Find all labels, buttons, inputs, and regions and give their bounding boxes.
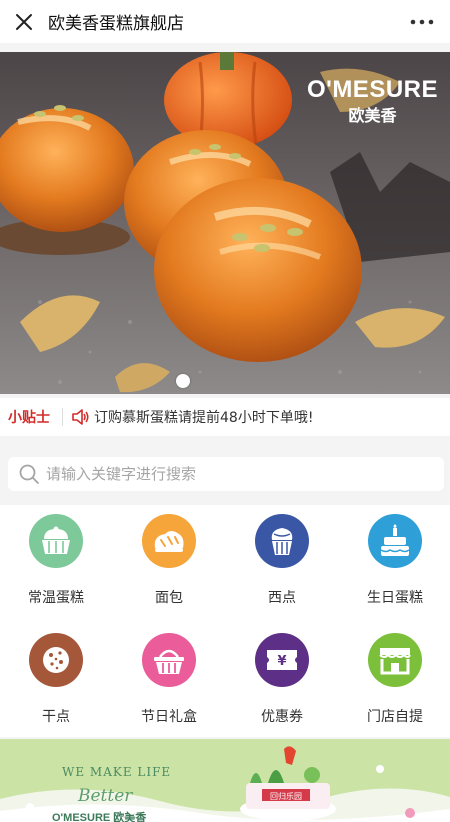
search-section: [0, 447, 450, 499]
brand-name-en: O'MESURE: [306, 76, 438, 103]
birthday-cake-icon: [368, 514, 422, 568]
more-dots-icon: [410, 19, 434, 24]
promo-badge: 回归乐园: [270, 791, 302, 801]
category-item-birthday-cake[interactable]: 生日蛋糕: [339, 514, 450, 607]
dessert-icon: [255, 514, 309, 568]
category-label: 节日礼盒: [141, 709, 197, 725]
promo-line1: WE MAKE LIFE: [62, 765, 171, 779]
tips-divider: [62, 408, 63, 426]
bread-icon: [142, 514, 196, 568]
category-label: 西点: [268, 590, 296, 606]
category-label: 门店自提: [367, 709, 423, 725]
category-item-bread[interactable]: 面包: [113, 514, 225, 607]
tips-label: 小贴士: [8, 410, 50, 426]
search-box[interactable]: [8, 457, 444, 491]
more-button[interactable]: [400, 0, 444, 43]
page-title: 欧美香蛋糕旗舰店: [48, 14, 184, 34]
category-item-store-pickup[interactable]: 门店自提: [339, 633, 450, 726]
category-item-coupon[interactable]: ¥ 优惠券: [226, 633, 338, 726]
category-item-cookies[interactable]: 干点: [0, 633, 112, 726]
brand-logo: O'MESURE 欧美香: [307, 76, 438, 126]
gift-basket-icon: [142, 633, 196, 687]
top-bar: 欧美香蛋糕旗舰店: [0, 0, 450, 43]
speaker-icon: [72, 409, 89, 425]
carousel-indicator[interactable]: [176, 374, 190, 388]
banner-carousel[interactable]: O'MESURE 欧美香: [0, 52, 450, 394]
tips-bar: 小贴士 订购慕斯蛋糕请提前48小时下单哦!: [0, 398, 450, 436]
category-label: 常温蛋糕: [28, 590, 84, 606]
search-icon: [19, 464, 39, 484]
close-button[interactable]: [4, 0, 44, 43]
category-grid: 常温蛋糕 面包 西点 生日蛋糕 干点 节日礼盒 ¥ 优惠券 门店自提: [0, 505, 450, 737]
promo-image: WE MAKE LIFE Better O'MESURE 欧美香 回归乐园: [0, 739, 450, 822]
category-item-dessert[interactable]: 西点: [226, 514, 338, 607]
brand-name-cn: 欧美香: [348, 106, 397, 125]
promo-banner[interactable]: WE MAKE LIFE Better O'MESURE 欧美香 回归乐园: [0, 739, 450, 822]
store-icon: [368, 633, 422, 687]
category-label: 生日蛋糕: [367, 590, 423, 606]
promo-line2: Better: [77, 786, 133, 806]
category-label: 干点: [42, 709, 70, 725]
close-icon: [16, 13, 32, 30]
tips-text: 订购慕斯蛋糕请提前48小时下单哦!: [94, 410, 314, 426]
cake-icon: [29, 514, 83, 568]
category-item-gift-box[interactable]: 节日礼盒: [113, 633, 225, 726]
search-input[interactable]: [46, 465, 426, 483]
cookie-icon: [29, 633, 83, 687]
category-item-cake[interactable]: 常温蛋糕: [0, 514, 112, 607]
category-label: 优惠券: [261, 709, 303, 725]
svg-text:¥: ¥: [277, 654, 286, 669]
coupon-icon: ¥: [255, 633, 309, 687]
category-label: 面包: [155, 590, 183, 606]
